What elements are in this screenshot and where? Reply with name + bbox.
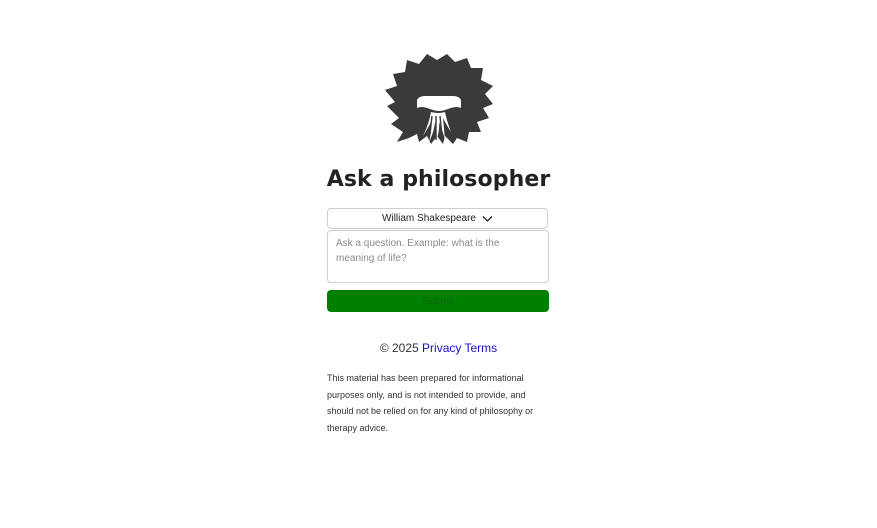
- submit-button[interactable]: Submit: [327, 290, 549, 312]
- copyright-text: © 2025: [379, 341, 419, 355]
- terms-link[interactable]: Terms: [465, 341, 498, 355]
- philosopher-logo-icon: [385, 54, 493, 144]
- philosopher-select[interactable]: William Shakespeare: [327, 208, 548, 229]
- page: Ask a philosopher William Shakespeare Su…: [0, 0, 877, 528]
- chevron-down-icon: [482, 215, 493, 223]
- question-input[interactable]: [327, 230, 549, 283]
- footer: © 2025 Privacy Terms: [0, 341, 877, 355]
- privacy-link[interactable]: Privacy: [422, 341, 461, 355]
- page-title: Ask a philosopher: [326, 167, 551, 192]
- disclaimer-text: This material has been prepared for info…: [327, 373, 534, 433]
- philosopher-select-value: William Shakespeare: [382, 213, 476, 224]
